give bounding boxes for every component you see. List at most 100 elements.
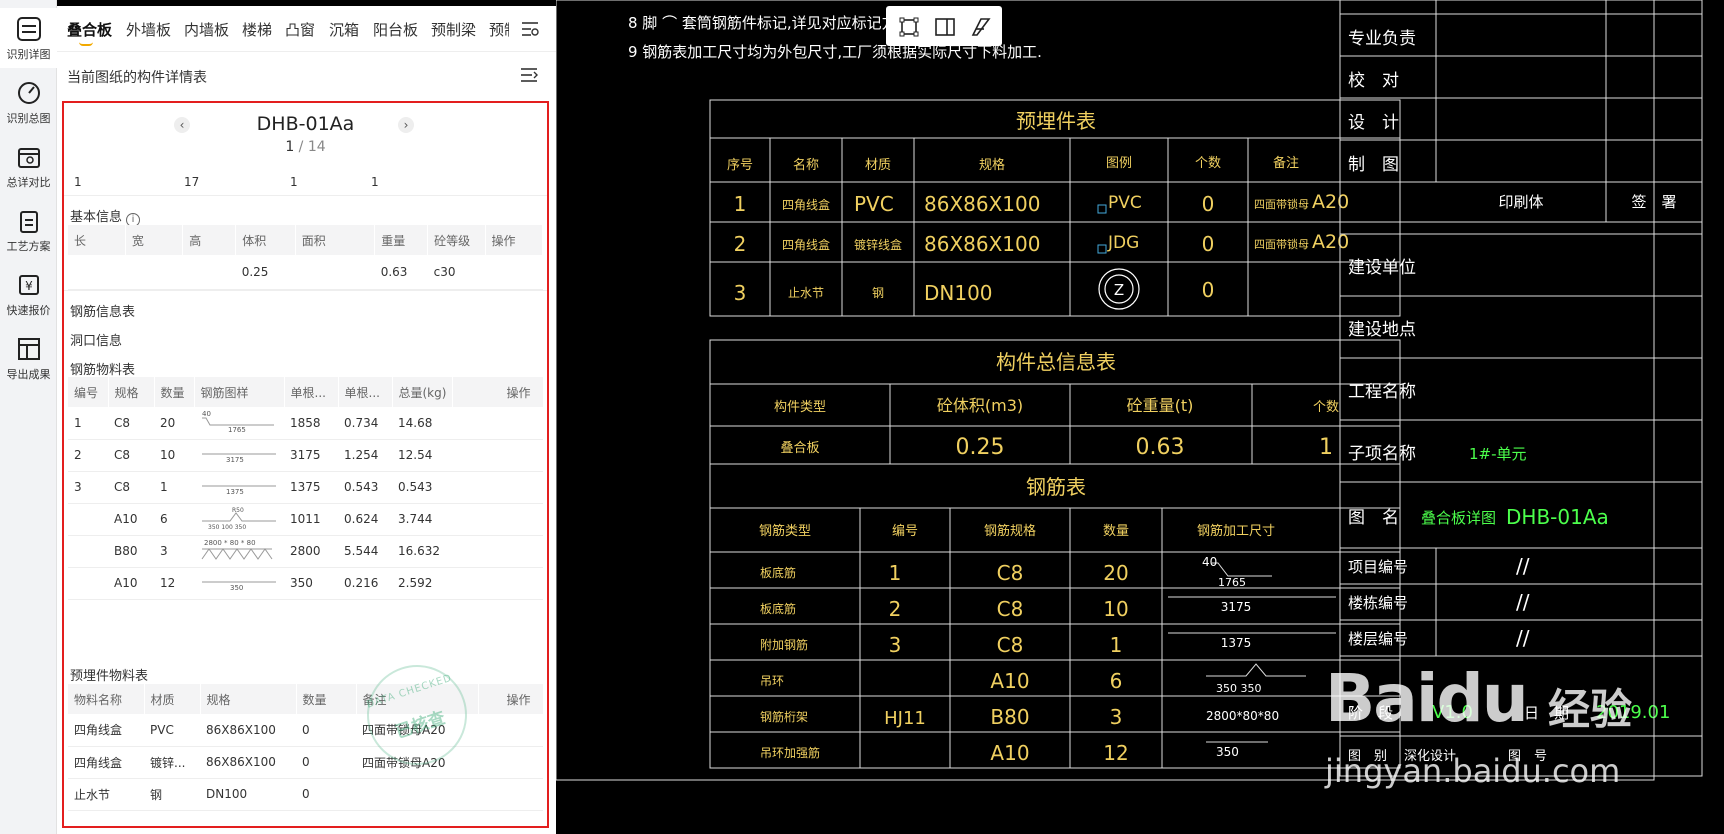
title-block-label: 楼层编号 [1348,630,1408,648]
next-component-button[interactable]: › [398,117,414,133]
cell: 0.734 [338,407,392,440]
tab-stair[interactable]: 楼梯 [242,19,272,40]
drawing-summary-table: 构件总信息表 构件类型 砼体积(m3) 砼重量(t) 个数 叠合板 0.25 0… [709,339,1401,465]
chevron-left-icon: ‹ [179,118,185,132]
col-header: 高 [182,225,237,255]
rail-item-export[interactable]: 导出成果 [0,328,57,388]
cell: A10 [108,567,154,600]
table-row: 0.25 0.63 c30 [68,255,543,290]
cell: 0 [1202,278,1215,302]
rail-label: 导出成果 [6,368,51,381]
title-block-label: 子项名称 [1348,444,1416,464]
col-header: 面积 [295,225,376,255]
cell: C8 [108,407,154,440]
col-header: 规格 [979,157,1005,173]
tab-sunken-box[interactable]: 沉箱 [329,19,359,40]
cell: 0.25 [956,435,1005,460]
rebar-material-title: 钢筋物料表 [70,363,136,378]
table-title: 预埋件表 [1016,109,1096,133]
title-block-value: // [1516,590,1530,614]
cell: B80 [108,535,154,568]
cell [125,255,183,290]
cell [452,567,543,600]
col-header: 材质 [144,684,201,714]
col-header: 图例 [1106,156,1132,171]
table-title: 钢筋表 [1026,475,1086,499]
tab-interior-wall[interactable]: 内墙板 [184,19,229,40]
title-block-label: 阶 段 [1348,704,1393,722]
cell: 6 [1110,669,1123,693]
list-menu-icon[interactable] [519,66,539,84]
tab-exterior-wall[interactable]: 外墙板 [126,19,171,40]
col-header: 构件类型 [774,400,826,415]
cell: 0.624 [338,503,392,536]
cad-drawing-canvas[interactable]: 8 脚 ⌒ 套筒钢筋件标记,详见对应标记方向安装 9 钢筋表加工尺寸均为外包尺寸… [556,0,1724,834]
cell: 1011 [284,503,338,536]
cell: 四角线盒 [68,746,144,779]
rail-item-process[interactable]: 工艺方案 [0,200,57,260]
tab-precast-beam[interactable]: 预制梁 [431,19,476,40]
col-header: 宽 [125,225,184,255]
tab-composite-slab[interactable]: 叠合板 [67,19,112,40]
clipboard-icon [19,211,38,233]
select-area-button[interactable] [898,16,920,38]
cell: 钢 [872,286,884,300]
rail-item-overview[interactable]: 识别总图 [0,72,57,132]
cell: 1 [68,407,108,440]
cell: 四面带锁母A20 [356,746,478,779]
split-view-button[interactable] [934,16,956,38]
tab-bay-window[interactable]: 凸窗 [285,19,315,40]
eraser-button[interactable] [970,16,992,38]
cell: 12.54 [392,439,452,472]
col-header: 钢筋图样 [194,377,285,407]
cell: 1375 [1221,636,1252,650]
prev-component-button[interactable]: ‹ [174,117,190,133]
cell [68,535,108,568]
col-header: 体积 [235,225,296,255]
drawing-toolbar [886,6,1002,46]
cell: 2 [734,232,747,256]
rail-label: 识别总图 [6,112,51,125]
embedded-material-table: 物料名称 材质 规格 数量 备注 操作 四角线盒 PVC 86X86X100 0… [68,684,544,811]
col-header: 个数 [1195,156,1221,171]
figure-name-value: 叠合板详图 [1421,509,1496,527]
tab-balcony[interactable]: 阳台板 [373,19,418,40]
cell: 2800 [284,535,338,568]
component-detail-card: DHB-01Aa ‹ › 1 / 14 1 17 1 1 基本信息 i 长 宽 高… [62,101,549,828]
tab-precast-more[interactable]: 预制 [489,19,509,40]
rail-item-detail[interactable]: 识别详图 [0,8,57,68]
cell: 0.543 [338,471,392,504]
cell: 10 [1103,597,1128,621]
col-header: 规格 [108,377,155,407]
cell: JDG [1107,233,1139,253]
cell: 3175 [284,439,338,472]
cell: 0.63 [374,255,428,290]
cell: 叠合板 [780,441,819,456]
split-panel-icon [935,18,955,36]
cell: 350 [1216,745,1239,759]
rail-item-compare[interactable]: 总详对比 [0,136,57,196]
rail-item-quote[interactable]: ¥ 快速报价 [0,264,57,324]
cell [478,778,543,811]
left-rail: 识别详图 识别总图 总详对比 工艺方案 ¥ 快速报价 导出成果 [0,0,57,834]
cell: DN100 [200,778,296,811]
component-pager: 1 / 14 [64,139,547,155]
cell: 12 [1103,741,1128,765]
legend-marker [1097,244,1107,254]
calendar-search-icon [17,148,40,168]
cell: 1765 [1218,576,1246,589]
cell: C8 [108,471,154,504]
table-title: 构件总信息表 [996,350,1116,374]
title-block-label: 校 对 [1348,71,1399,91]
cell: 3 [1110,705,1123,729]
filter-menu-icon[interactable] [520,20,540,38]
cell: A10 [990,741,1029,765]
cell: 0 [1202,192,1215,216]
title-block-label: 设 计 [1348,113,1399,133]
col-header: 钢筋加工尺寸 [1197,523,1275,539]
opening-info-title: 洞口信息 [70,334,123,349]
cell: 1 [1319,435,1333,460]
cell: Z [1114,281,1124,299]
col-header: 钢筋规格 [984,523,1036,539]
fig-top-text: 40 [202,410,211,418]
